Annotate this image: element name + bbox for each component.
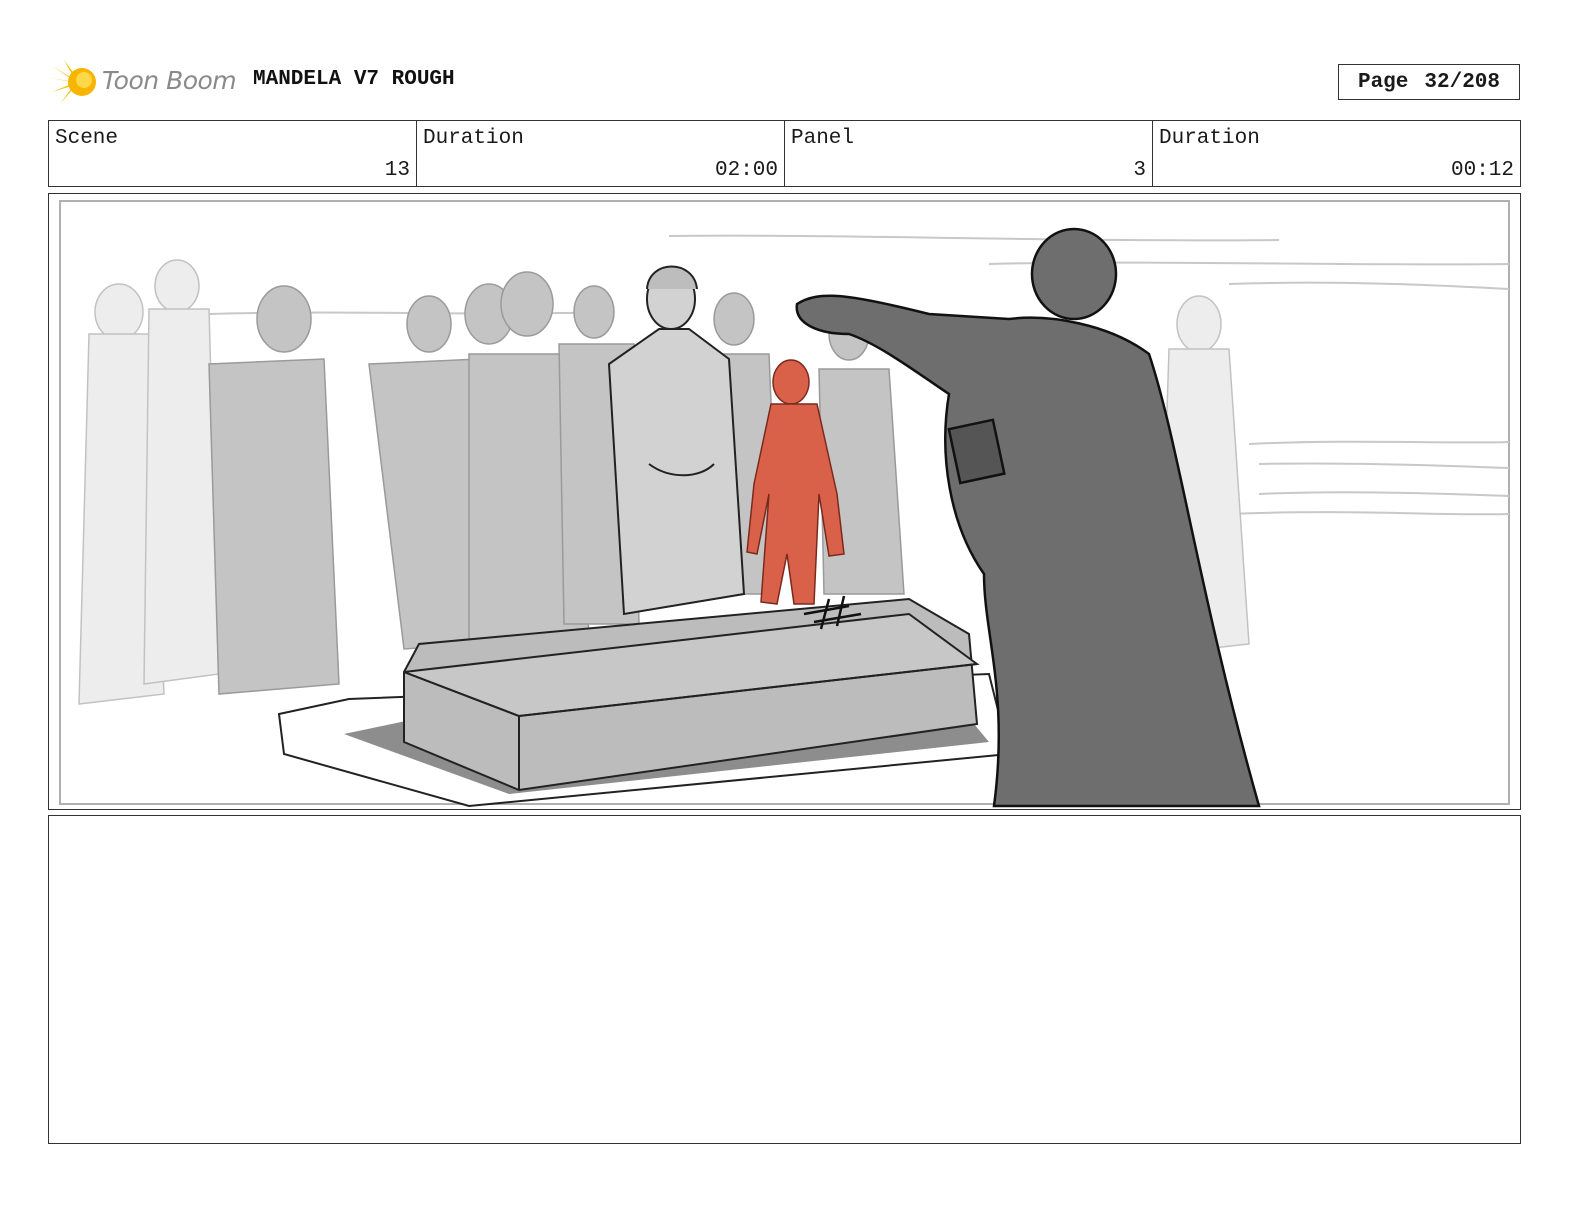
scene-duration-label: Duration <box>423 127 524 150</box>
scene-duration-cell: Duration 02:00 <box>417 121 785 186</box>
sunburst-logo-icon <box>50 60 96 104</box>
toon-boom-logo: Toon Boom <box>50 56 240 108</box>
panel-duration-value: 00:12 <box>1450 159 1514 182</box>
panel-label: Panel <box>791 127 855 150</box>
panel-duration-cell: Duration 00:12 <box>1153 121 1520 186</box>
page-label: Page <box>1357 70 1409 94</box>
panel-cell: Panel 3 <box>785 121 1153 186</box>
project-title: MANDELA V7 ROUGH <box>253 68 455 91</box>
logo-text: Toon Boom <box>102 66 237 95</box>
panel-value: 3 <box>1133 159 1146 182</box>
scene-info-row: Scene 13 Duration 02:00 Panel 3 Duration… <box>48 120 1521 187</box>
page-number: 32/208 <box>1424 70 1501 94</box>
storyboard-panel <box>48 193 1521 810</box>
panel-notes-box <box>48 815 1521 1144</box>
page-indicator: Page 32/208 <box>1338 64 1520 100</box>
scene-duration-value: 02:00 <box>714 159 778 182</box>
scene-value: 13 <box>384 159 410 182</box>
storyboard-sketch <box>59 200 1510 808</box>
scene-label: Scene <box>55 127 119 150</box>
scene-cell: Scene 13 <box>49 121 417 186</box>
panel-duration-label: Duration <box>1159 127 1260 150</box>
